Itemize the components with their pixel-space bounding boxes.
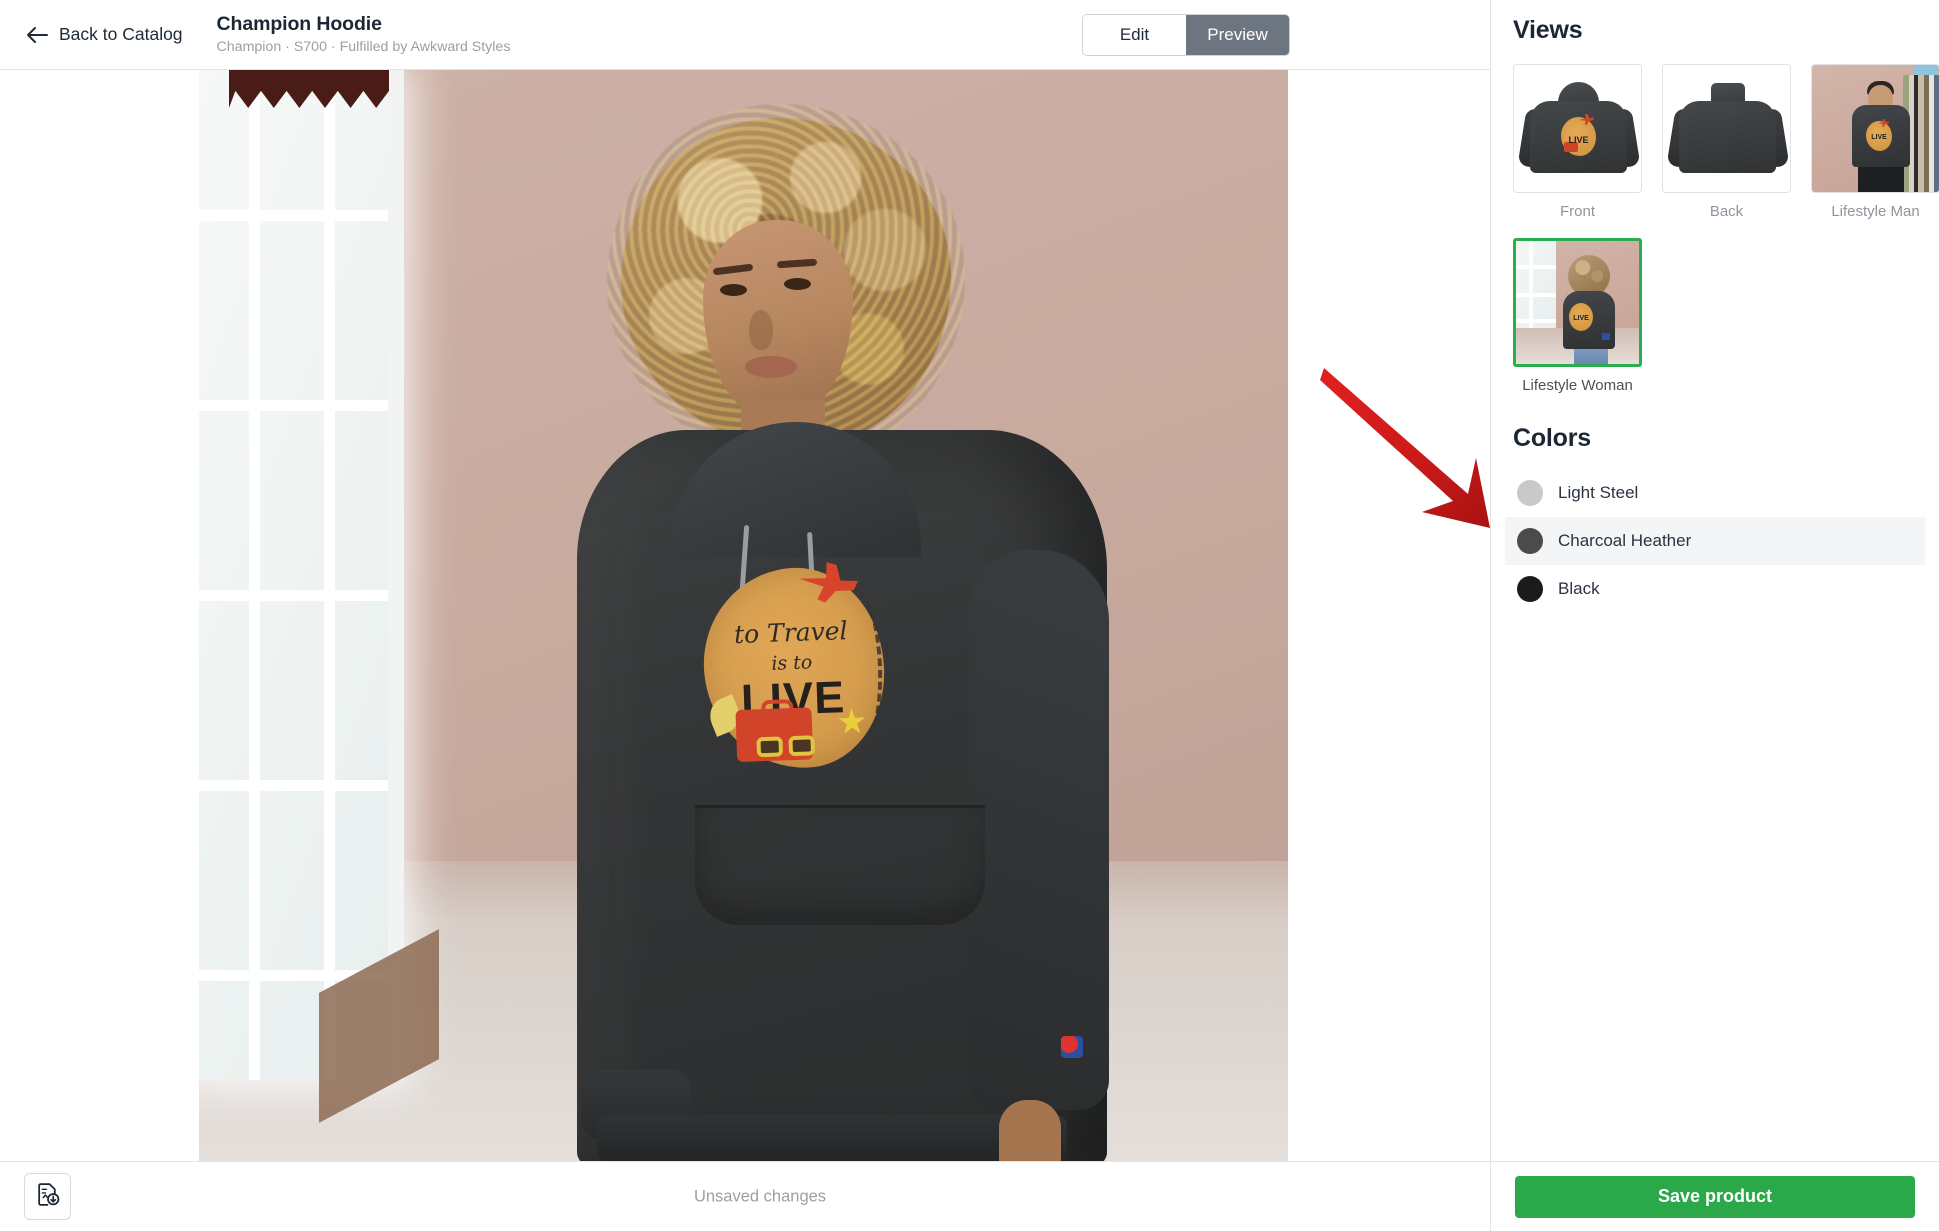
colors-list: Light Steel Charcoal Heather Black	[1505, 469, 1925, 613]
color-swatch-icon	[1517, 528, 1543, 554]
product-title-block: Champion Hoodie Champion · S700 · Fulfil…	[217, 12, 511, 57]
mode-toggle: Edit Preview	[1082, 14, 1290, 56]
view-item-lifestyle-woman[interactable]: LIVE Lifestyle Woman	[1513, 238, 1642, 394]
view-item-lifestyle-man[interactable]: LIVE Lifestyle Man	[1811, 64, 1939, 220]
annotation-arrow-icon	[1318, 362, 1490, 532]
views-grid-row2: LIVE Lifestyle Woman	[1513, 238, 1917, 394]
view-thumbnail-lifestyle-man[interactable]: LIVE	[1811, 64, 1939, 193]
view-thumbnail-lifestyle-woman[interactable]: LIVE	[1513, 238, 1642, 367]
champion-logo-icon	[1061, 1036, 1083, 1058]
lifestyle-woman-photo: LIVE	[1516, 241, 1639, 364]
scene-window	[199, 70, 404, 1080]
sidebar-footer: Save product	[1491, 1161, 1939, 1231]
save-product-button[interactable]: Save product	[1515, 1175, 1915, 1218]
status-text: Unsaved changes	[693, 1187, 827, 1205]
design-line-1: to Travel	[733, 616, 848, 650]
color-swatch-icon	[1517, 576, 1543, 602]
print-design: to Travel is to LIVE	[700, 565, 888, 772]
back-to-catalog-label: Back to Catalog	[59, 24, 183, 44]
lifestyle-man-photo: LIVE	[1812, 65, 1939, 192]
page-title: Champion Hoodie	[216, 12, 382, 35]
color-label: Black	[1558, 579, 1600, 598]
sidebar-content: Views LIVE Front Back LIVE Lifestyle Man…	[1491, 0, 1939, 1161]
view-item-back[interactable]: Back	[1662, 64, 1791, 220]
color-option-black[interactable]: Black	[1505, 565, 1925, 613]
product-editor-app: Back to Catalog Champion Hoodie Champion…	[0, 0, 1939, 1231]
color-option-charcoal-heather[interactable]: Charcoal Heather	[1505, 517, 1925, 565]
color-swatch-icon	[1517, 480, 1543, 506]
settings-sidebar: Views LIVE Front Back LIVE Lifestyle Man…	[1490, 0, 1939, 1231]
hoodie-front-illustration: LIVE	[1514, 65, 1641, 192]
model-face	[703, 220, 853, 418]
editor-footer: Unsaved changes	[0, 1161, 1490, 1231]
colors-section-title: Colors	[1513, 424, 1591, 452]
model-figure: to Travel is to LIVE	[499, 70, 1159, 1161]
editor-column: Back to Catalog Champion Hoodie Champion…	[0, 0, 1490, 1231]
sunglasses-icon	[756, 735, 823, 759]
view-thumbnail-front[interactable]: LIVE	[1513, 64, 1642, 193]
color-label: Charcoal Heather	[1558, 531, 1692, 550]
product-mockup-image[interactable]: to Travel is to LIVE	[199, 70, 1288, 1161]
hoodie-back-illustration	[1663, 65, 1790, 192]
view-label-lifestyle-woman: Lifestyle Woman	[1522, 377, 1633, 394]
view-label-back: Back	[1709, 203, 1744, 220]
view-label-front: Front	[1559, 203, 1595, 220]
mockup-scene: to Travel is to LIVE	[199, 70, 1288, 1161]
tab-preview[interactable]: Preview	[1186, 15, 1289, 55]
arrow-left-icon	[26, 26, 48, 44]
back-to-catalog-link[interactable]: Back to Catalog	[26, 24, 183, 45]
tab-edit[interactable]: Edit	[1083, 15, 1186, 55]
views-section-title: Views	[1513, 16, 1583, 44]
app-header: Back to Catalog Champion Hoodie Champion…	[0, 0, 1490, 70]
preview-canvas: to Travel is to LIVE	[0, 70, 1490, 1161]
color-label: Light Steel	[1558, 483, 1639, 502]
product-subtitle: Champion · S700 · Fulfilled by Awkward S…	[216, 39, 511, 56]
views-grid: LIVE Front Back LIVE Lifestyle Man	[1513, 64, 1939, 220]
view-thumbnail-back[interactable]	[1662, 64, 1791, 193]
color-option-light-steel[interactable]: Light Steel	[1505, 469, 1925, 517]
view-label-lifestyle-man: Lifestyle Man	[1831, 203, 1920, 220]
view-item-front[interactable]: LIVE Front	[1513, 64, 1642, 220]
